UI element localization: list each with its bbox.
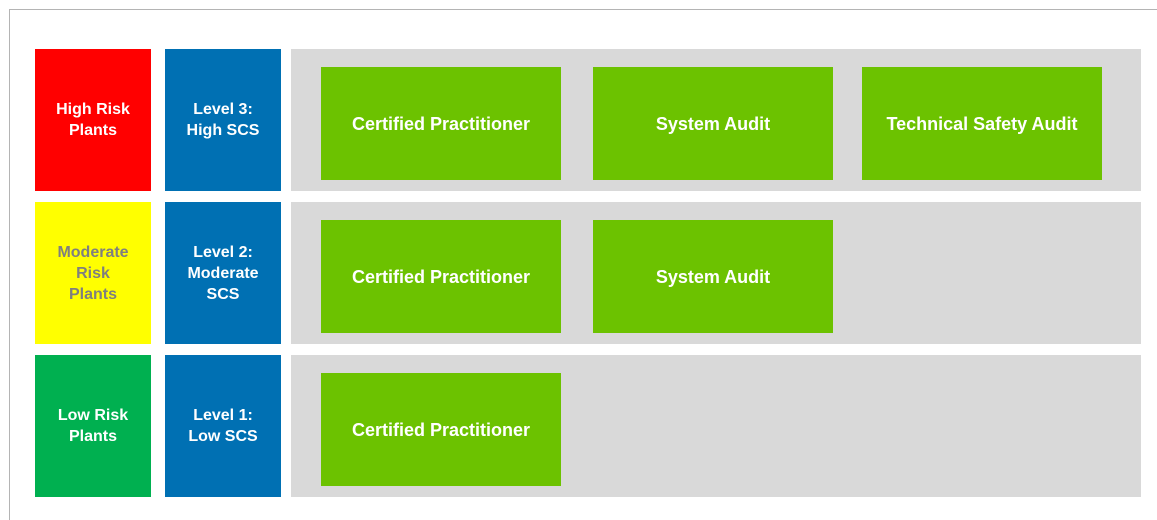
risk-label-moderate: Moderate Risk Plants (57, 243, 129, 303)
requirement-label: System Audit (655, 113, 771, 134)
requirement-label: Certified Practitioner (351, 113, 531, 134)
requirement-system-audit-high: System Audit (593, 67, 833, 180)
risk-cell-low: Low Risk Plants (35, 355, 151, 497)
level-cell-2: Level 2: Moderate SCS (165, 202, 281, 344)
level-cell-3: Level 3: High SCS (165, 49, 281, 191)
level-label-3: Level 3: High SCS (186, 101, 260, 139)
risk-cell-moderate: Moderate Risk Plants (35, 202, 151, 344)
requirement-certified-practitioner-moderate: Certified Practitioner (321, 220, 561, 333)
level-label-1: Level 1: Low SCS (188, 407, 258, 445)
requirement-label: Certified Practitioner (351, 419, 531, 440)
risk-cell-high: High Risk Plants (35, 49, 151, 191)
requirement-certified-practitioner-high: Certified Practitioner (321, 67, 561, 180)
requirement-label: System Audit (655, 266, 771, 287)
risk-label-low: Low Risk Plants (57, 407, 129, 445)
requirement-label: Technical Safety Audit (886, 113, 1078, 134)
requirement-certified-practitioner-low: Certified Practitioner (321, 373, 561, 486)
risk-label-high: High Risk Plants (56, 101, 130, 139)
requirement-label: Certified Practitioner (351, 266, 531, 287)
requirement-technical-safety-audit-high: Technical Safety Audit (862, 67, 1102, 180)
level-cell-1: Level 1: Low SCS (165, 355, 281, 497)
level-label-2: Level 2: Moderate SCS (187, 243, 259, 303)
requirement-system-audit-moderate: System Audit (593, 220, 833, 333)
